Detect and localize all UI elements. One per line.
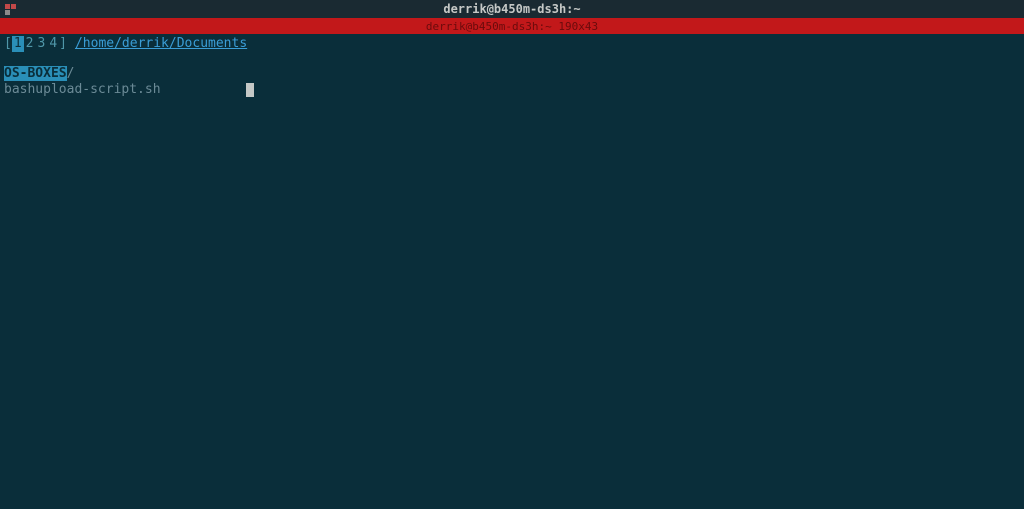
- current-path: /home/derrik/Documents: [75, 36, 247, 52]
- directory-name: OS-BOXES: [4, 66, 67, 81]
- terminal-cursor: [246, 83, 254, 97]
- terminal-statusbar: derrik@b450m-ds3h:~ 190x43: [0, 18, 1024, 34]
- list-item-file: bashupload-script.sh: [4, 82, 1020, 98]
- directory-suffix: /: [67, 66, 75, 81]
- window-app-icon: [4, 3, 16, 15]
- directory-listing: OS-BOXES/ bashupload-script.sh: [4, 66, 1020, 98]
- list-item-dir: OS-BOXES/: [4, 66, 1020, 82]
- file-name: bashupload-script.sh: [4, 82, 161, 97]
- workspace-item[interactable]: 3: [35, 36, 47, 52]
- workspace-item[interactable]: 4: [47, 36, 59, 52]
- window-titlebar: derrik@b450m-ds3h:~: [0, 0, 1024, 18]
- workspace-active[interactable]: 1: [12, 36, 24, 52]
- workspace-close-bracket: ]: [59, 36, 67, 52]
- terminal-body[interactable]: [ 1 2 3 4 ] /home/derrik/Documents OS-BO…: [0, 34, 1024, 100]
- statusbar-text: derrik@b450m-ds3h:~ 190x43: [426, 20, 598, 33]
- window-title: derrik@b450m-ds3h:~: [443, 2, 580, 16]
- prompt-line: [ 1 2 3 4 ] /home/derrik/Documents: [4, 36, 1020, 52]
- workspace-item[interactable]: 2: [24, 36, 36, 52]
- workspace-open-bracket: [: [4, 36, 12, 52]
